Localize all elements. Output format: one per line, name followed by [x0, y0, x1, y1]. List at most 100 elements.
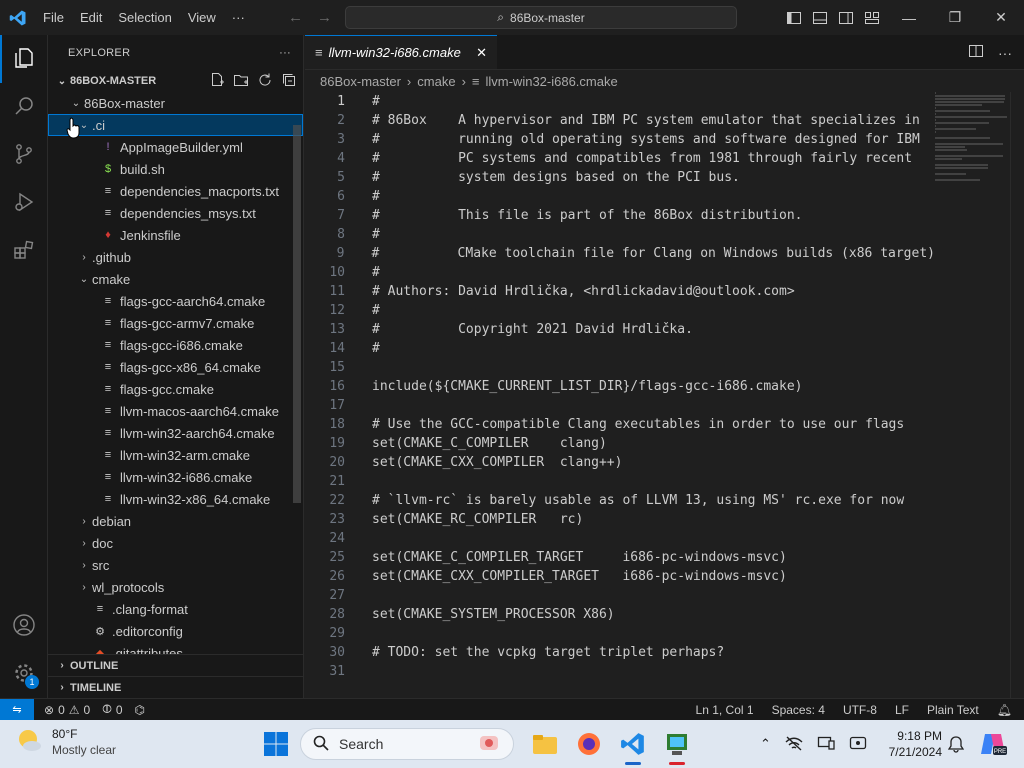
remote-indicator[interactable]: ⇋: [0, 698, 34, 721]
outline-section-header[interactable]: › OUTLINE: [48, 654, 303, 676]
tree-folder[interactable]: › doc: [48, 532, 303, 554]
menu-item-view[interactable]: View: [180, 0, 224, 35]
menu-item-file[interactable]: File: [35, 0, 72, 35]
tree-file[interactable]: ≡ .clang-format: [48, 598, 303, 620]
cursor-position[interactable]: Ln 1, Col 1: [696, 703, 754, 717]
tree-file[interactable]: ≡ flags-gcc-x86_64.cmake: [48, 356, 303, 378]
language-mode[interactable]: Plain Text: [927, 703, 979, 717]
tree-file[interactable]: ≡ llvm-macos-aarch64.cmake: [48, 400, 303, 422]
tree-file[interactable]: ≡ flags-gcc.cmake: [48, 378, 303, 400]
toggle-secondary-sidebar-icon[interactable]: [838, 10, 854, 26]
line-number: 19: [329, 436, 345, 451]
split-editor-icon[interactable]: [968, 43, 984, 62]
system-tray: ⌃: [760, 720, 867, 768]
line-number: 7: [337, 208, 345, 223]
network-icon[interactable]: [785, 735, 803, 754]
refresh-icon[interactable]: [257, 72, 273, 91]
extensions-activity[interactable]: [0, 227, 48, 275]
line-number: 3: [337, 132, 345, 147]
command-center-search[interactable]: ⌕ 86Box-master: [345, 6, 737, 29]
minimap[interactable]: [935, 92, 1015, 181]
breadcrumb-item[interactable]: cmake: [417, 74, 455, 89]
tree-folder[interactable]: ⌄ cmake: [48, 268, 303, 290]
problems-status[interactable]: ⊗ 0 ⚠ 0: [44, 703, 90, 717]
editor-scrollbar[interactable]: [1010, 92, 1024, 698]
tree-folder[interactable]: › debian: [48, 510, 303, 532]
close-window-icon[interactable]: ✕: [978, 0, 1024, 35]
show-hidden-icons-icon[interactable]: ⌃: [760, 736, 771, 752]
end-of-line[interactable]: LF: [895, 703, 909, 717]
breadcrumb-item[interactable]: 86Box-master: [320, 74, 401, 89]
tree-folder[interactable]: › .github: [48, 246, 303, 268]
source-control-activity[interactable]: [0, 131, 48, 179]
tree-folder[interactable]: › src: [48, 554, 303, 576]
menu-item-selection[interactable]: Selection: [110, 0, 179, 35]
toggle-primary-sidebar-icon[interactable]: [786, 10, 802, 26]
copilot-icon[interactable]: PRE: [979, 730, 1007, 761]
tab-llvm-win32-i686[interactable]: ≡ llvm-win32-i686.cmake ✕: [305, 35, 497, 69]
vscode-taskbar-icon[interactable]: [618, 729, 648, 765]
manage-activity[interactable]: 1: [0, 650, 48, 698]
start-button[interactable]: [263, 731, 289, 757]
system-settings-icon[interactable]: [849, 735, 867, 754]
search-placeholder: Search: [339, 736, 384, 752]
file-type-icon: ≡: [104, 295, 112, 307]
chevron-down-icon: ⌄: [57, 75, 67, 87]
ports-status[interactable]: ⦷ 0: [102, 702, 122, 717]
menu-item-more[interactable]: ···: [224, 0, 253, 35]
file-explorer-taskbar-icon[interactable]: [530, 729, 560, 759]
timeline-section-header[interactable]: › TIMELINE: [48, 676, 303, 698]
restore-icon[interactable]: ❐: [932, 0, 978, 35]
weather-widget[interactable]: 80°F Mostly clear: [16, 726, 116, 758]
run-debug-activity[interactable]: [0, 179, 48, 227]
emulator-taskbar-icon[interactable]: [662, 729, 692, 765]
tree-file[interactable]: ♦ Jenkinsfile: [48, 224, 303, 246]
tree-file[interactable]: ≡ llvm-win32-i686.cmake: [48, 466, 303, 488]
tree-file[interactable]: ≡ flags-gcc-armv7.cmake: [48, 312, 303, 334]
close-tab-icon[interactable]: ✕: [476, 45, 487, 61]
back-arrow-icon[interactable]: ←: [288, 9, 303, 26]
notification-bell-icon[interactable]: [947, 735, 965, 756]
tree-file[interactable]: ≡ dependencies_msys.txt: [48, 202, 303, 224]
firefox-taskbar-icon[interactable]: [574, 729, 604, 759]
tree-file[interactable]: ≡ llvm-win32-aarch64.cmake: [48, 422, 303, 444]
tree-folder[interactable]: ⌄ 86Box-master: [48, 92, 303, 114]
new-file-icon[interactable]: [209, 72, 225, 91]
folder-section-header[interactable]: ⌄ 86BOX-MASTER: [48, 70, 303, 92]
tree-file[interactable]: ≡ llvm-win32-arm.cmake: [48, 444, 303, 466]
notifications-bell-icon[interactable]: 🔔︎: [997, 703, 1012, 717]
sidebar-scrollbar[interactable]: [293, 125, 301, 503]
tree-file[interactable]: ! AppImageBuilder.yml: [48, 136, 303, 158]
explorer-activity[interactable]: [0, 35, 48, 83]
taskbar-clock[interactable]: 9:18 PM 7/21/2024: [880, 728, 942, 760]
forward-arrow-icon[interactable]: →: [317, 9, 332, 26]
toggle-panel-icon[interactable]: [812, 10, 828, 26]
tree-file[interactable]: ≡ flags-gcc-i686.cmake: [48, 334, 303, 356]
collapse-all-icon[interactable]: [281, 72, 297, 91]
tree-file[interactable]: ≡ flags-gcc-aarch64.cmake: [48, 290, 303, 312]
live-share-icon[interactable]: ⌬: [135, 703, 145, 717]
taskbar-search[interactable]: Search: [300, 728, 514, 760]
code-line: 15: [305, 358, 935, 377]
tree-item-label: llvm-macos-aarch64.cmake: [120, 403, 279, 419]
breadcrumb-item[interactable]: llvm-win32-i686.cmake: [486, 74, 618, 89]
tree-file[interactable]: ⚙ .editorconfig: [48, 620, 303, 642]
accounts-activity[interactable]: [0, 602, 48, 650]
minimap-line: [935, 92, 936, 94]
menu-item-edit[interactable]: Edit: [72, 0, 110, 35]
indentation[interactable]: Spaces: 4: [772, 703, 825, 717]
new-folder-icon[interactable]: [233, 72, 249, 91]
minimize-icon[interactable]: —: [886, 0, 932, 35]
encoding[interactable]: UTF-8: [843, 703, 877, 717]
tree-file[interactable]: ≡ dependencies_macports.txt: [48, 180, 303, 202]
more-actions-icon[interactable]: ···: [998, 45, 1012, 61]
tree-file[interactable]: ≡ llvm-win32-x86_64.cmake: [48, 488, 303, 510]
more-actions-icon[interactable]: ···: [279, 47, 291, 59]
tree-folder[interactable]: › wl_protocols: [48, 576, 303, 598]
customize-layout-icon[interactable]: [864, 10, 880, 26]
search-activity[interactable]: [0, 83, 48, 131]
tree-folder[interactable]: ⌄ .ci: [48, 114, 303, 136]
code-editor[interactable]: 1 #2 # 86Box A hypervisor and IBM PC syste…: [305, 92, 935, 698]
display-icon[interactable]: [817, 735, 835, 754]
tree-file[interactable]: $ build.sh: [48, 158, 303, 180]
